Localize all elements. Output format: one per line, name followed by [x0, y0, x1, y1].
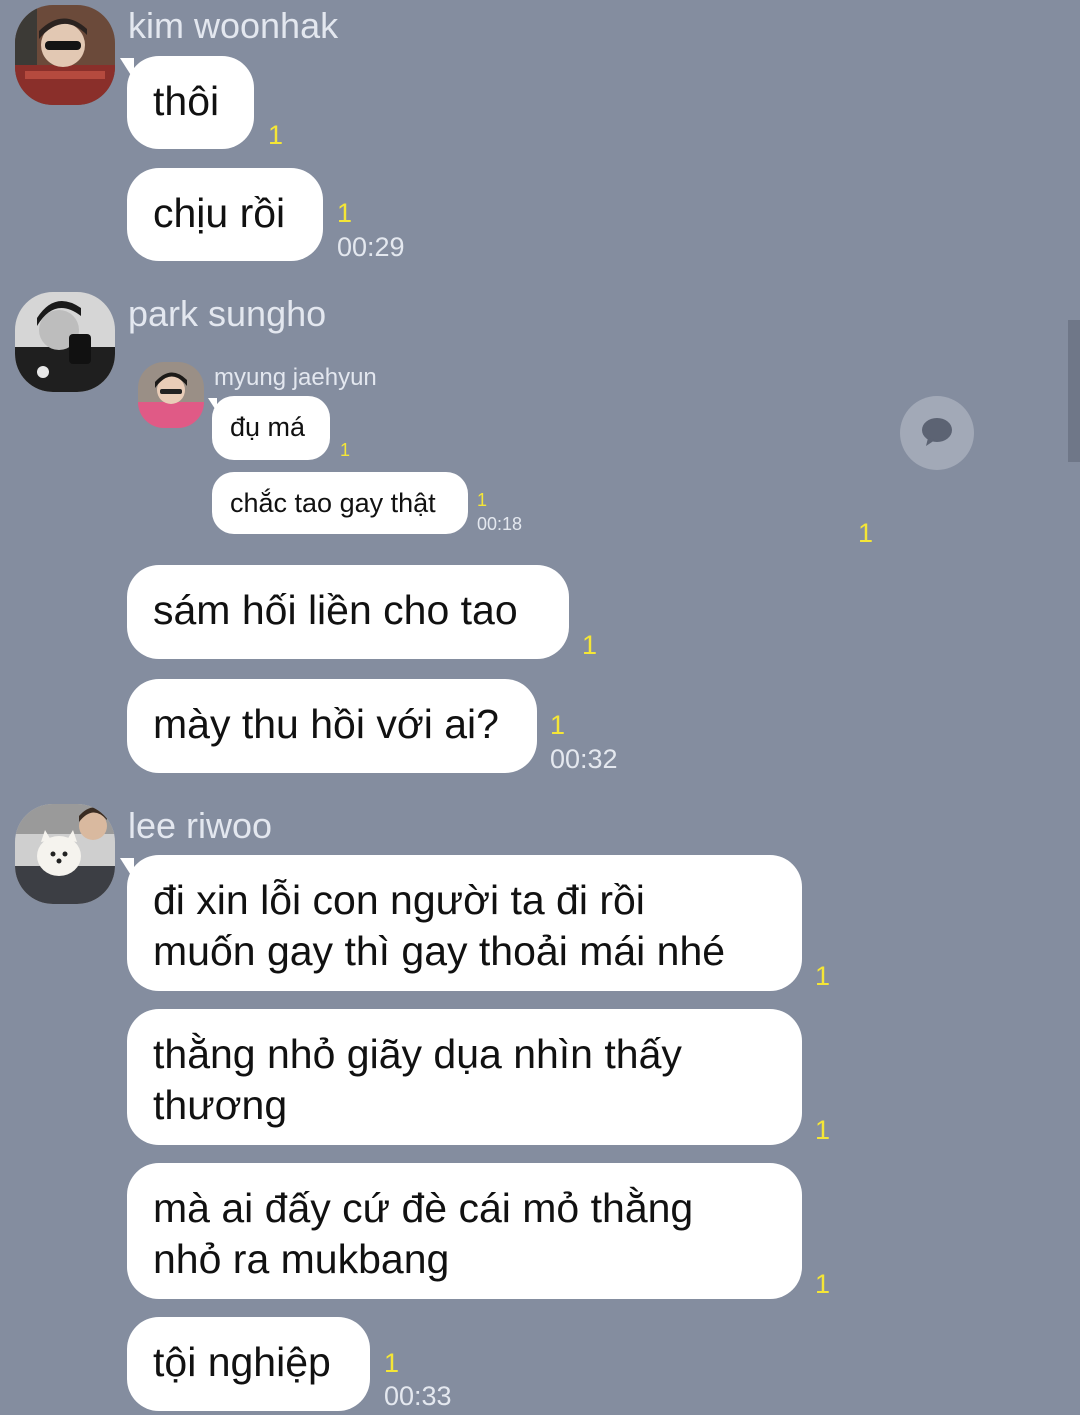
- quoted-message-bubble[interactable]: đụ má: [212, 396, 330, 460]
- message-timestamp: 00:18: [477, 514, 523, 534]
- message-text-line: thằng nhỏ giãy dụa nhìn thấy: [153, 1031, 682, 1077]
- avatar-kim-woonhak[interactable]: [15, 5, 115, 105]
- unread-count: 1: [582, 630, 598, 660]
- avatar-photo-icon: [15, 804, 115, 904]
- message-text-line: nhỏ ra mukbang: [153, 1236, 450, 1282]
- sender-name: park sungho: [128, 293, 327, 334]
- message-text: chắc tao gay thật: [230, 488, 436, 518]
- message-bubble[interactable]: sám hối liền cho tao: [127, 565, 569, 659]
- quoted-sender-name: myung jaehyun: [214, 364, 377, 391]
- message-text: mày thu hồi với ai?: [153, 701, 499, 747]
- message-text-line: thương: [153, 1082, 288, 1128]
- unread-count: 1: [858, 518, 874, 548]
- avatar-photo-icon: [138, 362, 204, 428]
- share-button[interactable]: [900, 396, 974, 470]
- message-text: chịu rồi: [153, 190, 286, 236]
- message-text: tội nghiệp: [153, 1339, 331, 1385]
- unread-count: 1: [550, 710, 566, 740]
- message-text: đụ má: [230, 412, 306, 442]
- sender-name: kim woonhak: [128, 5, 339, 46]
- quoted-avatar[interactable]: [138, 362, 204, 428]
- message-text: thôi: [153, 78, 220, 124]
- message-timestamp: 00:33: [384, 1381, 452, 1411]
- avatar-photo-icon: [15, 292, 115, 392]
- avatar-photo-icon: [15, 5, 115, 105]
- unread-count: 1: [384, 1348, 400, 1378]
- message-bubble[interactable]: mày thu hồi với ai?: [127, 679, 537, 773]
- unread-count: 1: [337, 198, 353, 228]
- message-text-line: muốn gay thì gay thoải mái nhé: [153, 928, 726, 974]
- unread-count: 1: [815, 961, 831, 991]
- unread-count: 1: [815, 1269, 831, 1299]
- quoted-message-bubble[interactable]: chắc tao gay thật: [212, 472, 468, 534]
- sender-name: lee riwoo: [128, 805, 273, 846]
- message-bubble[interactable]: thằng nhỏ giãy dụa nhìn thấy thương: [127, 1009, 802, 1145]
- message-timestamp: 00:29: [337, 232, 405, 262]
- message-text-line: mà ai đấy cứ đè cái mỏ thằng: [153, 1185, 694, 1231]
- unread-count: 1: [815, 1115, 831, 1145]
- avatar-park-sungho[interactable]: [15, 292, 115, 392]
- message-text-line: đi xin lỗi con người ta đi rồi: [153, 877, 645, 923]
- avatar-lee-riwoo[interactable]: [15, 804, 115, 904]
- speech-bubble-icon: [922, 418, 952, 446]
- message-bubble[interactable]: tội nghiệp: [127, 1317, 370, 1411]
- message-bubble[interactable]: đi xin lỗi con người ta đi rồi muốn gay …: [127, 855, 802, 991]
- message-bubble[interactable]: mà ai đấy cứ đè cái mỏ thằng nhỏ ra mukb…: [127, 1163, 802, 1299]
- scrollbar-thumb[interactable]: [1068, 320, 1080, 462]
- unread-count: 1: [477, 490, 488, 510]
- unread-count: 1: [268, 120, 284, 150]
- message-bubble[interactable]: thôi: [127, 56, 254, 149]
- chat-window[interactable]: kim woonhak thôi 1 chịu rồi 1 00:29 park…: [0, 0, 1080, 1415]
- unread-count: 1: [340, 440, 351, 460]
- message-text: sám hối liền cho tao: [153, 587, 518, 633]
- message-bubble[interactable]: chịu rồi: [127, 168, 323, 261]
- message-timestamp: 00:32: [550, 744, 618, 774]
